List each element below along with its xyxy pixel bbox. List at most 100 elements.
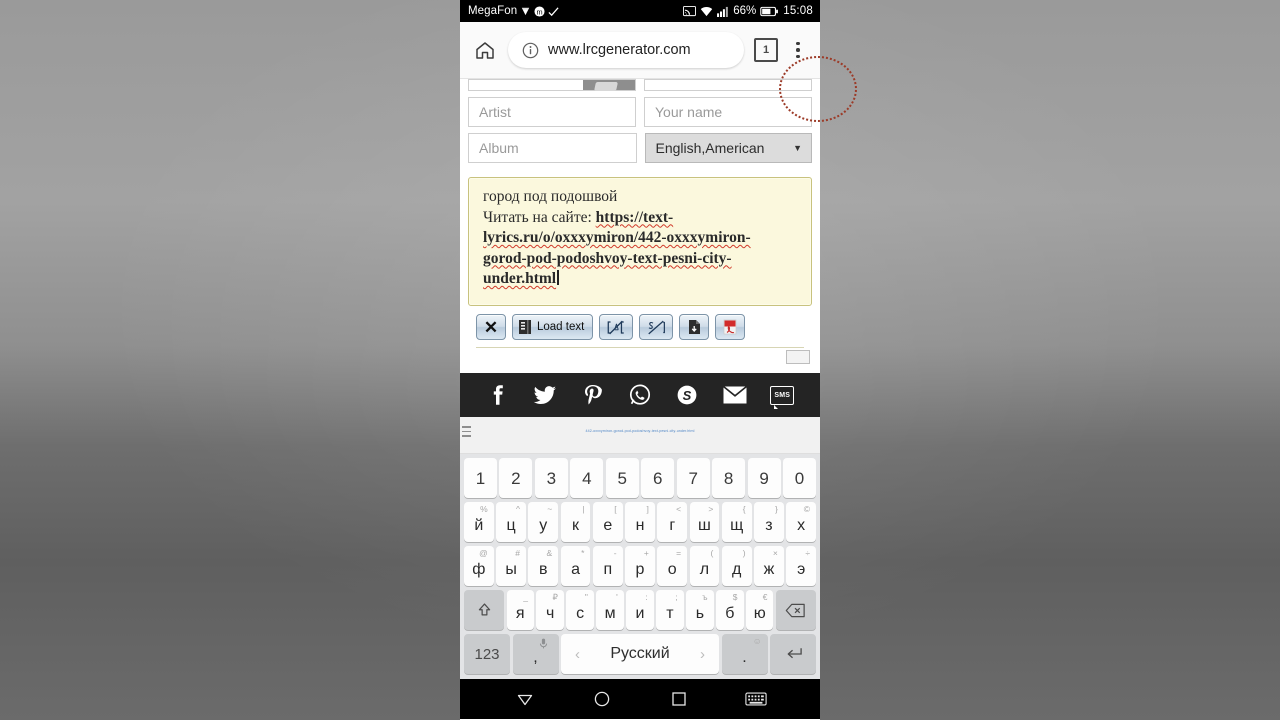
- key-8-label: 8: [723, 468, 734, 488]
- chevron-down-icon: ▼: [793, 143, 802, 153]
- key-f[interactable]: @ ф: [463, 546, 494, 586]
- key-0-label: 0: [794, 468, 805, 488]
- key-e[interactable]: ÷ э: [786, 546, 817, 586]
- key-9[interactable]: 9: [747, 458, 781, 498]
- key-3[interactable]: 3: [534, 458, 568, 498]
- home-icon[interactable]: [472, 37, 498, 63]
- key-g[interactable]: < г: [657, 502, 688, 542]
- key-3-label: 3: [546, 468, 557, 488]
- key-soft-sign-sup: ъ: [702, 592, 708, 602]
- kebab-menu-icon[interactable]: [788, 41, 808, 59]
- strip-link-text[interactable]: 442-oxxxymiron-gorod-pod-podoshvoy-text-…: [460, 429, 820, 433]
- key-sh[interactable]: > ш: [689, 502, 720, 542]
- key-p[interactable]: -п: [592, 546, 623, 586]
- key-8[interactable]: 8: [712, 458, 746, 498]
- key-d[interactable]: ) д: [721, 546, 752, 586]
- clear-button[interactable]: ✕: [476, 314, 506, 340]
- share-twitter-button[interactable]: [532, 382, 558, 408]
- key-o[interactable]: = о: [657, 546, 688, 586]
- export-pdf-button[interactable]: [715, 314, 746, 340]
- key-soft-sign[interactable]: ъь: [686, 590, 714, 630]
- document-download-icon: [687, 319, 701, 335]
- key-ch[interactable]: ₽ ч: [536, 590, 564, 630]
- key-i[interactable]: :и: [626, 590, 654, 630]
- key-z[interactable]: } з: [754, 502, 784, 542]
- secondary-field-partial[interactable]: [644, 79, 812, 91]
- url-bar[interactable]: www.lrcgenerator.com: [508, 32, 744, 68]
- key-yu[interactable]: € ю: [746, 590, 774, 630]
- key-5[interactable]: 5: [605, 458, 639, 498]
- share-facebook-button[interactable]: [485, 382, 511, 408]
- language-select[interactable]: English,American ▼: [644, 133, 812, 163]
- share-email-button[interactable]: [722, 382, 748, 408]
- key-s-sup: ": [584, 592, 588, 602]
- key-7[interactable]: 7: [676, 458, 710, 498]
- key-y[interactable]: # ы: [496, 546, 526, 586]
- key-a[interactable]: * а: [560, 546, 591, 586]
- key-k[interactable]: | к: [560, 502, 591, 542]
- key-s[interactable]: " с: [566, 590, 594, 630]
- lyrics-textarea[interactable]: город под подошвой Читать на сайте: http…: [468, 177, 812, 306]
- key-6[interactable]: 6: [641, 458, 675, 498]
- status-bar: MegaFon m 66% 15:08: [460, 0, 820, 22]
- insert-tag-open-button[interactable]: [599, 314, 634, 340]
- insert-tag-close-button[interactable]: [639, 314, 674, 340]
- share-whatsapp-button[interactable]: [627, 382, 653, 408]
- back-triangle-icon[interactable]: [514, 688, 536, 710]
- language-next-arrow[interactable]: ›: [700, 646, 705, 663]
- key-r[interactable]: + р: [625, 546, 655, 586]
- key-shch[interactable]: {щ: [721, 502, 752, 542]
- info-icon[interactable]: [522, 42, 539, 59]
- comma-key[interactable]: ,: [512, 634, 559, 674]
- key-m[interactable]: ' м: [596, 590, 624, 630]
- key-l[interactable]: (л: [689, 546, 720, 586]
- key-zh[interactable]: × ж: [754, 546, 784, 586]
- cast-icon: [683, 5, 697, 17]
- share-skype-button[interactable]: S: [674, 382, 700, 408]
- share-pinterest-button[interactable]: [580, 382, 606, 408]
- artist-input[interactable]: Artist: [468, 97, 636, 127]
- key-a-sup: *: [581, 548, 585, 558]
- save-file-button[interactable]: [679, 314, 710, 340]
- key-h[interactable]: © х: [786, 502, 817, 542]
- album-input[interactable]: Album: [468, 133, 637, 163]
- key-v[interactable]: & в: [528, 546, 559, 586]
- key-k-sup: |: [582, 504, 585, 514]
- title-field-partial[interactable]: [468, 79, 636, 91]
- language-value: English,American: [655, 140, 765, 156]
- key-n[interactable]: ] н: [625, 502, 655, 542]
- key-t-label: т: [666, 604, 674, 622]
- key-ye[interactable]: [е: [592, 502, 623, 542]
- key-b[interactable]: $ б: [716, 590, 744, 630]
- page-control-box[interactable]: [786, 350, 810, 364]
- backspace-key[interactable]: [775, 590, 816, 630]
- key-yi-sup: %: [480, 504, 488, 514]
- load-text-button[interactable]: Load text: [512, 314, 594, 340]
- recents-square-icon[interactable]: [668, 688, 690, 710]
- key-4[interactable]: 4: [570, 458, 604, 498]
- android-nav-bar: [460, 679, 820, 719]
- tab-count-button[interactable]: 1: [754, 38, 778, 62]
- keyboard-icon[interactable]: [744, 688, 767, 710]
- key-0[interactable]: 0: [783, 458, 817, 498]
- shift-key[interactable]: [464, 590, 505, 630]
- lyrics-line-2: Читать на сайте: https://text-: [483, 208, 799, 229]
- numeric-switch-key[interactable]: 123: [464, 634, 510, 674]
- share-sms-button[interactable]: SMS: [769, 382, 795, 409]
- key-t[interactable]: ; т: [656, 590, 684, 630]
- key-2[interactable]: 2: [499, 458, 533, 498]
- key-1[interactable]: 1: [463, 458, 497, 498]
- key-u[interactable]: ~ у: [528, 502, 559, 542]
- key-ya[interactable]: _ я: [506, 590, 534, 630]
- enter-key[interactable]: [770, 634, 816, 674]
- x-icon: ✕: [483, 317, 499, 337]
- key-yi[interactable]: % й: [463, 502, 494, 542]
- language-prev-arrow[interactable]: ‹: [575, 646, 580, 663]
- home-circle-icon[interactable]: [591, 688, 613, 710]
- browse-button-partial[interactable]: [583, 80, 635, 90]
- key-i-label: и: [635, 604, 645, 622]
- spacebar-key[interactable]: ‹ Русский ›: [561, 634, 719, 674]
- period-key[interactable]: ☺ .: [721, 634, 768, 674]
- key-ts[interactable]: ^ ц: [496, 502, 526, 542]
- your-name-input[interactable]: Your name: [644, 97, 812, 127]
